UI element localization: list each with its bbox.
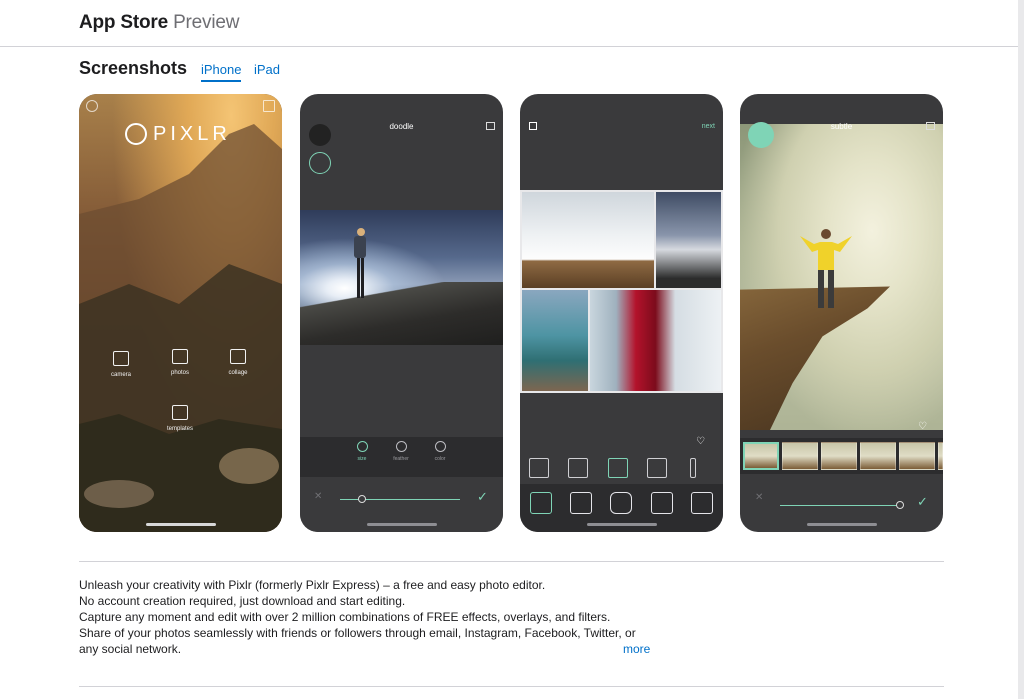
description-line: Share of your photos seamlessly with fri…: [79, 626, 636, 640]
color-drop-icon: [434, 441, 446, 452]
window-edge: [1018, 0, 1024, 699]
cancel-icon[interactable]: ✕: [314, 491, 322, 502]
layout-tool-icon[interactable]: [530, 492, 552, 514]
layout-option-5[interactable]: [690, 458, 696, 478]
compare-icon[interactable]: [486, 122, 495, 130]
settings-icon[interactable]: [86, 100, 98, 112]
home-indicator: [366, 523, 437, 526]
screenshot-2[interactable]: doodle size feather color ✕ ✓: [300, 94, 503, 532]
layout-option-1[interactable]: [529, 458, 549, 478]
next-link[interactable]: next: [702, 123, 715, 130]
brush-icon[interactable]: [309, 124, 331, 146]
tab-ipad[interactable]: iPad: [254, 62, 280, 77]
home-indicator: [145, 523, 216, 526]
spacing-tool-icon[interactable]: [651, 492, 673, 514]
description-line: No account creation required, just downl…: [79, 594, 406, 608]
collage-cell-wolf[interactable]: [590, 290, 721, 391]
home-indicator: [586, 523, 657, 526]
description-line: any social network.: [79, 642, 182, 656]
layout-option-4[interactable]: [647, 458, 667, 478]
screen-title: doodle: [389, 122, 414, 131]
layout-option-3[interactable]: [608, 458, 628, 478]
apply-icon[interactable]: ✓: [477, 489, 488, 505]
slider-knob[interactable]: [358, 495, 366, 503]
compare-icon[interactable]: [926, 122, 935, 130]
menu-camera[interactable]: camera: [99, 351, 143, 378]
screenshots-heading: Screenshots: [79, 58, 188, 78]
cast-icon[interactable]: [263, 100, 275, 112]
collage-cell-cliff[interactable]: [522, 192, 654, 288]
filter-thumb[interactable]: [743, 442, 779, 470]
filter-strip: [740, 438, 943, 474]
brand-subtitle: Preview: [173, 12, 240, 33]
apply-icon[interactable]: ✓: [917, 494, 928, 510]
screenshot-1[interactable]: PIXLR camera photos collage templates: [79, 94, 282, 532]
templates-icon: [172, 405, 188, 420]
collage-cell-hiker[interactable]: [656, 192, 721, 288]
collage-cell-lake[interactable]: [522, 290, 588, 391]
pixlr-logo-icon: [125, 123, 147, 145]
eraser-icon[interactable]: [309, 152, 331, 174]
intensity-slider[interactable]: [780, 505, 900, 506]
description-line: Capture any moment and edit with over 2 …: [79, 610, 611, 624]
filter-thumb[interactable]: [899, 442, 935, 470]
tool-size[interactable]: size: [342, 441, 382, 462]
rock-foreground: [300, 282, 503, 345]
menu-photos[interactable]: photos: [158, 349, 202, 376]
filter-thumb[interactable]: [782, 442, 818, 470]
tool-color[interactable]: color: [420, 441, 460, 462]
description-line: Unleash your creativity with Pixlr (form…: [79, 578, 546, 592]
screenshot-3[interactable]: next ♡: [520, 94, 723, 532]
hiker-figure: [354, 228, 366, 298]
heart-icon[interactable]: ♡: [918, 421, 927, 432]
heart-icon[interactable]: ♡: [696, 436, 716, 456]
cancel-icon[interactable]: ✕: [755, 492, 763, 503]
section-divider: [79, 561, 944, 562]
screen-title: subtle: [830, 122, 853, 131]
collage-icon: [230, 349, 246, 364]
mountain-silhouette: [79, 124, 282, 532]
resize-tool-icon[interactable]: [570, 492, 592, 514]
collage-grid: [520, 190, 723, 393]
background-tool-icon[interactable]: [691, 492, 713, 514]
filter-thumb[interactable]: [821, 442, 857, 470]
man-figure: [800, 229, 852, 308]
pixlr-logo-text: PIXLR: [153, 123, 231, 145]
page-brand: App Store Preview: [79, 12, 239, 34]
filter-thumb[interactable]: [938, 442, 943, 470]
home-icon[interactable]: [529, 122, 537, 130]
app-description: Unleash your creativity with Pixlr (form…: [79, 577, 659, 657]
size-icon: [356, 441, 368, 452]
doodle-tools: size feather color: [300, 437, 503, 477]
home-indicator: [806, 523, 877, 526]
more-link[interactable]: more: [623, 642, 650, 656]
filter-thumb[interactable]: [860, 442, 896, 470]
layout-option-2[interactable]: [568, 458, 588, 478]
slider-knob[interactable]: [896, 501, 904, 509]
screenshot-4[interactable]: subtle ♡ ✕ ✓: [740, 94, 943, 532]
border-tool-icon[interactable]: [610, 492, 632, 514]
tool-feather[interactable]: feather: [381, 441, 421, 462]
feather-icon: [395, 441, 407, 452]
top-header: App Store Preview: [0, 0, 1018, 47]
tab-iphone[interactable]: iPhone: [201, 62, 242, 82]
camera-icon: [113, 351, 129, 366]
menu-collage[interactable]: collage: [216, 349, 260, 376]
brand-title: App Store: [79, 12, 168, 33]
photos-icon: [172, 349, 188, 364]
menu-templates[interactable]: templates: [158, 405, 202, 432]
section-divider: [79, 686, 944, 687]
